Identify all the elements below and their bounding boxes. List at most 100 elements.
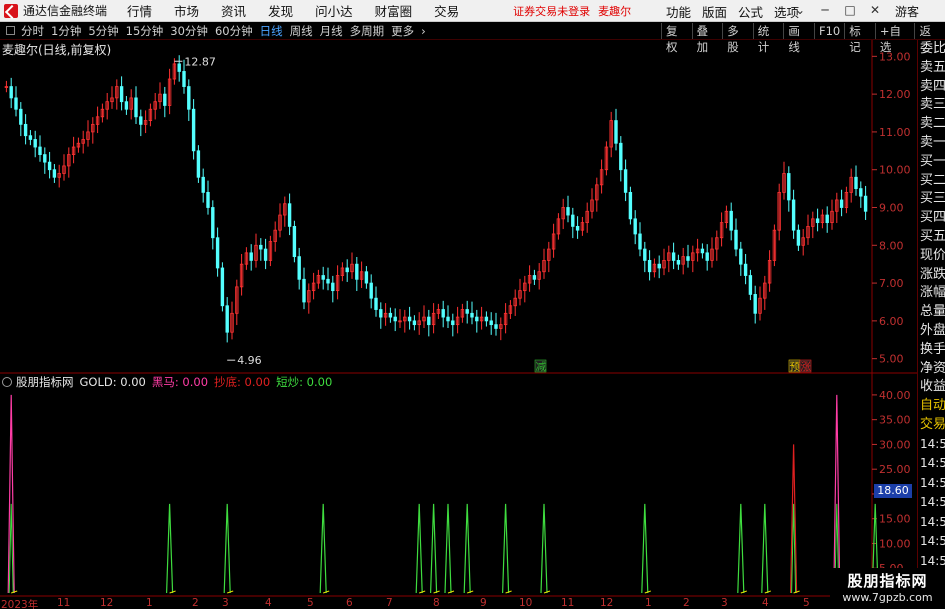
candle-body (815, 218, 820, 224)
period-tab-7[interactable]: 周线 (290, 23, 313, 39)
indicator-name[interactable]: 股朋指标网 (16, 374, 74, 390)
tick-time-0: 14:56 (920, 436, 945, 451)
indicator-current-value: 18.60 (874, 484, 912, 498)
indicator-tick-label: 30.00 (879, 438, 911, 451)
time-axis-label: 2 (683, 597, 690, 609)
candle-body (196, 150, 201, 178)
guest-label[interactable]: 游客 (895, 3, 919, 20)
signal-spike (641, 503, 649, 594)
event-mark-2: 涨 (801, 361, 812, 373)
candle-body (119, 86, 124, 103)
indicator-tick-label: 35.00 (879, 414, 911, 427)
menu-item-market[interactable]: 行情 (127, 1, 152, 20)
tick-time-5: 14:56 (920, 534, 945, 549)
period-tab-6[interactable]: 日线 (260, 23, 283, 39)
tool-button-2[interactable]: 多股 (722, 23, 753, 54)
period-tab-10[interactable]: 更多 (391, 23, 414, 39)
period-tab-9[interactable]: 多周期 (350, 23, 385, 39)
candle-body (187, 86, 191, 110)
period-tab-4[interactable]: 30分钟 (170, 23, 208, 39)
menu-item-trade[interactable]: 交易 (434, 1, 459, 20)
price-tick-label: 10.00 (879, 164, 911, 177)
signal-spike (761, 503, 769, 594)
time-axis-label: 11 (57, 597, 71, 609)
candle-body (215, 237, 220, 269)
candle-body (407, 316, 412, 322)
candle-body (859, 188, 863, 197)
tool-button-7[interactable]: +自选 (874, 23, 915, 54)
candle-body (47, 161, 52, 171)
watermark: 股朋指标网 www.7gpzb.com (830, 568, 945, 609)
candle-body (355, 263, 359, 280)
period-tab-8[interactable]: 月线 (320, 23, 343, 39)
quote-field-16: 换手 (920, 341, 945, 357)
quote-field-10: 买五 (920, 228, 945, 244)
price-tick-label: 9.00 (879, 202, 904, 215)
menu-item-layout[interactable]: 版面 (702, 2, 727, 21)
menu-item-formula[interactable]: 公式 (738, 2, 763, 21)
period-tab-0[interactable]: 分时 (21, 23, 44, 39)
tool-button-6[interactable]: 标记 (844, 23, 875, 54)
period-tab-2[interactable]: 5分钟 (88, 23, 118, 39)
title-bar: 通达信金融终端 行情 市场 资讯 发现 问小达 财富圈 交易 证券交易未登录 麦… (0, 0, 945, 22)
candle-body (139, 116, 143, 125)
candle-body (446, 316, 450, 322)
candle-body (571, 214, 575, 227)
menu-item-wealth[interactable]: 财富圈 (375, 1, 413, 20)
time-axis-label: 4 (762, 597, 769, 609)
candle-body (748, 275, 753, 295)
menu-item-ask[interactable]: 问小达 (315, 1, 353, 20)
menu-item-markets[interactable]: 市场 (174, 1, 199, 20)
time-axis-label: 1 (146, 597, 153, 609)
auto-trade-label-0[interactable]: 自动 (918, 397, 945, 416)
candle-body (379, 309, 383, 318)
minimize-icon[interactable]: ─ (817, 3, 833, 19)
tool-button-4[interactable]: 画线 (783, 23, 814, 54)
tick-time-4: 14:56 (920, 514, 945, 529)
kline-chart[interactable]: 13.00 12.00 11.00 10.00 9.00 8.00 7.00 6.00 5.00… (0, 40, 917, 602)
more-chevron-icon[interactable]: › (421, 24, 426, 38)
toggle-panel-icon[interactable] (6, 26, 15, 35)
time-axis-label: 1 (645, 597, 652, 609)
candle-body (729, 210, 733, 231)
tool-button-0[interactable]: 复权 (661, 23, 692, 54)
maximize-icon[interactable]: □ (842, 3, 858, 19)
indicator-header: 股朋指标网 GOLD: 0.00 黑马: 0.00 抄底: 0.00 短炒: 0… (2, 374, 338, 390)
menu-item-news[interactable]: 资讯 (221, 1, 246, 20)
period-tab-3[interactable]: 15分钟 (126, 23, 164, 39)
period-tab-5[interactable]: 60分钟 (215, 23, 253, 39)
time-axis-label: 9 (480, 597, 487, 609)
quote-field-0: 委比 (920, 41, 945, 56)
candle-body (475, 316, 479, 322)
period-toolbar: 分时 1分钟 5分钟 15分钟 30分钟 60分钟 日线 周线 月线 多周期 更多 › 复权 叠加 多股统… (0, 22, 945, 54)
tool-button-3[interactable]: 统计 (752, 23, 784, 54)
low-price-label: 4.96 (237, 354, 262, 367)
auto-trade-label-1[interactable]: 交易 (918, 416, 945, 435)
tool-button-1[interactable]: 叠加 (691, 23, 723, 54)
period-tab-1[interactable]: 1分钟 (51, 23, 81, 39)
close-icon[interactable]: ✕ (867, 3, 883, 19)
candle-body (647, 260, 652, 273)
candle-body (633, 218, 637, 235)
candle-body (566, 207, 570, 216)
candle-body (825, 214, 829, 224)
candle-body (619, 142, 623, 171)
candle-body (854, 176, 858, 190)
candle-body (575, 225, 580, 231)
signal-spike (540, 503, 548, 594)
login-notice[interactable]: 证券交易未登录 (513, 3, 590, 19)
chart-title: 麦趣尔(日线,前复权) (2, 43, 112, 57)
indicator-chaodi: 抄底: 0.00 (214, 375, 271, 389)
menu-item-function[interactable]: 功能 (666, 2, 691, 21)
candle-body (638, 233, 642, 250)
settings-circle-icon[interactable] (2, 377, 12, 387)
tool-button-8[interactable]: 返回 (914, 23, 945, 54)
signal-spike (415, 503, 423, 594)
chevron-down-icon[interactable]: ⌄ (792, 3, 808, 19)
quote-field-12: 涨跌 (920, 266, 945, 282)
signal-spike (223, 503, 231, 594)
price-tick-label: 6.00 (879, 315, 904, 328)
candle-body (225, 305, 229, 333)
menu-item-discover[interactable]: 发现 (268, 1, 293, 20)
tool-button-5[interactable]: F10 (813, 23, 844, 39)
